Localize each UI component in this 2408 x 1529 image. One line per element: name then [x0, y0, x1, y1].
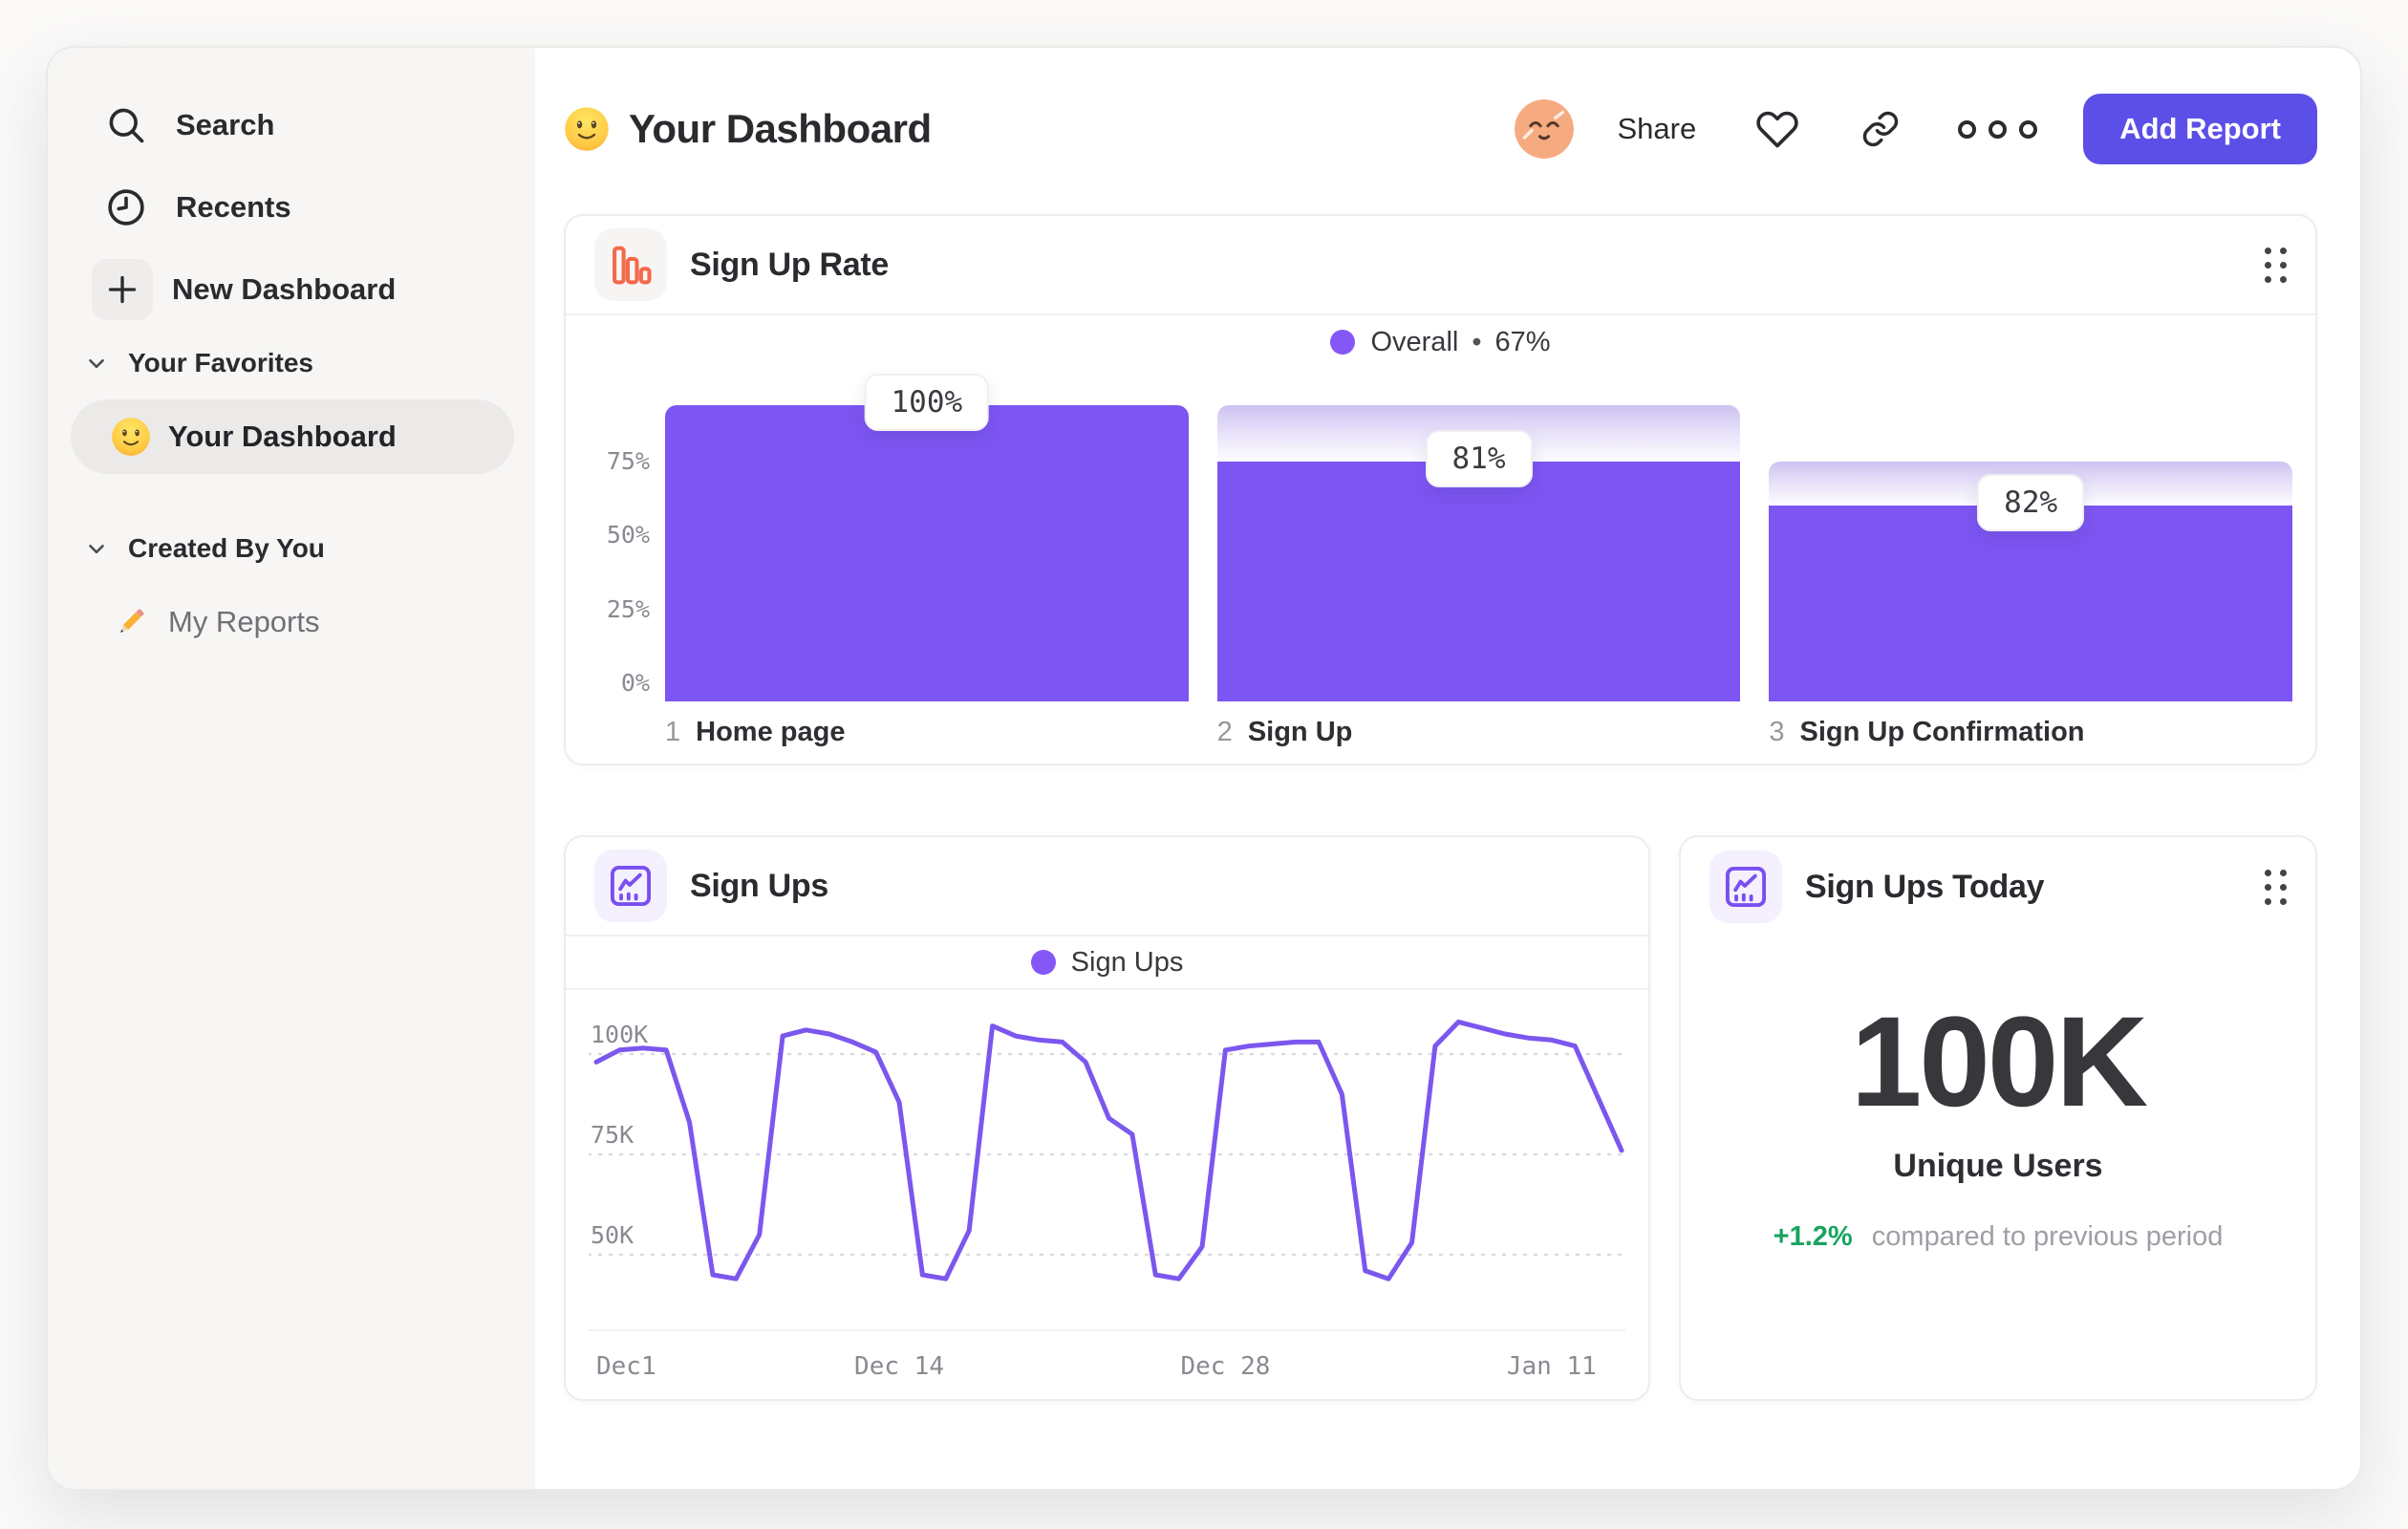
x-axis-label: Dec1	[596, 1352, 656, 1381]
card-header: Sign Ups	[566, 837, 1648, 937]
x-axis-label: Dec 14	[854, 1352, 944, 1381]
conversion-badge: 100%	[864, 374, 990, 431]
y-axis-label: 50%	[606, 521, 650, 549]
line-chart: 100K 75K 50K	[566, 990, 1648, 1329]
card-title: Sign Ups	[690, 867, 828, 904]
line-chart-icon	[594, 850, 667, 922]
x-axis-label: Jan 11	[1506, 1352, 1597, 1381]
chart-legend: Overall • 67%	[566, 315, 2315, 369]
link-icon	[1860, 109, 1901, 149]
funnel-step: 100% 1 Home page	[665, 374, 1189, 748]
legend-label: Overall	[1370, 326, 1459, 357]
line-chart-icon	[1709, 851, 1782, 923]
card-header: Sign Ups Today	[1681, 837, 2315, 937]
sidebar-item-label: Search	[176, 108, 275, 141]
card-title: Sign Ups Today	[1805, 868, 2045, 905]
sidebar: Search Recents New Dashboard Your Favori…	[48, 48, 535, 1489]
page-header: Your Dashboard Share Add Report	[564, 92, 2317, 166]
funnel-step-label: 3 Sign Up Confirmation	[1769, 717, 2085, 747]
smiley-icon	[564, 106, 610, 152]
funnel-step: 82% 3 Sign Up Confirmation	[1769, 405, 2293, 748]
card-title: Sign Up Rate	[690, 246, 889, 283]
funnel-step-label: 1 Home page	[665, 717, 846, 747]
funnel-bars: 100% 1 Home page 81% 2 Sign Up 82% 3 Sign Up Con…	[665, 374, 2293, 748]
sidebar-item-search[interactable]: Search	[71, 94, 514, 157]
svg-text:50K: 50K	[591, 1221, 634, 1249]
funnel-bar-converted	[665, 405, 1189, 701]
legend-dot	[1330, 330, 1356, 355]
funnel-chart: 75% 50% 25% 0% 100% 1 Home page 81% 2 Sign Up 82%…	[566, 374, 2315, 748]
page-title: Your Dashboard	[629, 106, 932, 151]
legend-value: 67%	[1494, 326, 1551, 357]
y-axis-label: 75%	[606, 446, 650, 475]
section-title: Your Favorites	[128, 348, 313, 377]
sidebar-item-recents[interactable]: Recents	[71, 176, 514, 239]
stat-delta: +1.2%	[1773, 1221, 1853, 1253]
bar-chart-icon	[594, 228, 667, 301]
y-axis-label: 25%	[606, 594, 650, 623]
sidebar-item-new-dashboard[interactable]: New Dashboard	[71, 258, 514, 321]
section-your-favorites[interactable]: Your Favorites	[84, 340, 514, 386]
sidebar-item-label: Your Dashboard	[168, 420, 397, 453]
main-content: Your Dashboard Share Add Report Sign Up …	[535, 48, 2360, 1489]
clock-icon	[96, 177, 157, 238]
section-title: Created By You	[128, 533, 325, 563]
funnel-step: 81% 2 Sign Up	[1216, 405, 1741, 748]
sidebar-item-my-reports[interactable]: My Reports	[71, 585, 514, 659]
drag-handle-icon[interactable]	[2265, 247, 2287, 283]
more-options-button[interactable]	[1958, 119, 2038, 139]
y-axis: 75% 50% 25% 0%	[589, 405, 665, 748]
copy-link-button[interactable]	[1859, 107, 1903, 151]
pencil-icon	[111, 602, 151, 642]
heart-icon	[1755, 107, 1799, 151]
add-report-button[interactable]: Add Report	[2083, 94, 2317, 164]
header-controls: Share Add Report	[1515, 94, 2317, 164]
legend-dot	[1030, 950, 1056, 975]
stat-value: 100K	[1850, 991, 2148, 1133]
stat-delta-note: compared to previous period	[1871, 1221, 2224, 1253]
card-header: Sign Up Rate	[566, 216, 2315, 315]
sidebar-item-your-dashboard[interactable]: Your Dashboard	[71, 399, 514, 474]
sign-ups-card: Sign Ups Sign Ups 100K 75K 50K Dec1 Dec 14 D…	[564, 835, 1650, 1401]
x-axis-label: Dec 28	[1180, 1352, 1271, 1381]
chevron-down-icon	[84, 536, 109, 561]
favorite-button[interactable]	[1755, 107, 1799, 151]
sidebar-item-label: New Dashboard	[172, 272, 397, 306]
legend-separator: •	[1472, 326, 1482, 357]
stat-body: 100K Unique Users +1.2% compared to prev…	[1681, 937, 2315, 1253]
chart-legend: Sign Ups	[566, 937, 1648, 990]
stat-subtitle: Unique Users	[1893, 1148, 2103, 1185]
legend-label: Sign Ups	[1070, 946, 1184, 978]
section-created-by-you[interactable]: Created By You	[84, 526, 514, 571]
x-axis: Dec1 Dec 14 Dec 28 Jan 11	[589, 1329, 1625, 1404]
sign-up-rate-card: Sign Up Rate Overall • 67% 75% 50% 25% 0% 1…	[564, 214, 2317, 765]
svg-text:100K: 100K	[591, 1021, 648, 1048]
conversion-badge: 81%	[1425, 429, 1533, 487]
sidebar-item-label: Recents	[176, 190, 291, 224]
smiley-icon	[111, 417, 151, 457]
app-window: Search Recents New Dashboard Your Favori…	[46, 46, 2362, 1491]
drag-handle-icon[interactable]	[2265, 869, 2287, 905]
stat-delta-row: +1.2% compared to previous period	[1774, 1221, 2224, 1253]
funnel-bar-converted	[1769, 506, 2293, 701]
funnel-bar	[665, 405, 1189, 701]
funnel-step-label: 2 Sign Up	[1216, 717, 1353, 747]
sidebar-item-label: My Reports	[168, 605, 320, 638]
plus-icon	[92, 259, 153, 320]
sign-ups-today-card: Sign Ups Today 100K Unique Users +1.2% c…	[1679, 835, 2317, 1401]
svg-text:75K: 75K	[591, 1121, 634, 1149]
share-button[interactable]: Share	[1618, 112, 1697, 146]
conversion-badge: 82%	[1977, 474, 2085, 532]
funnel-bar-converted	[1216, 461, 1741, 701]
y-axis-label: 0%	[620, 669, 650, 697]
avatar[interactable]	[1515, 99, 1574, 159]
search-icon	[96, 95, 157, 156]
chevron-down-icon	[84, 351, 109, 376]
